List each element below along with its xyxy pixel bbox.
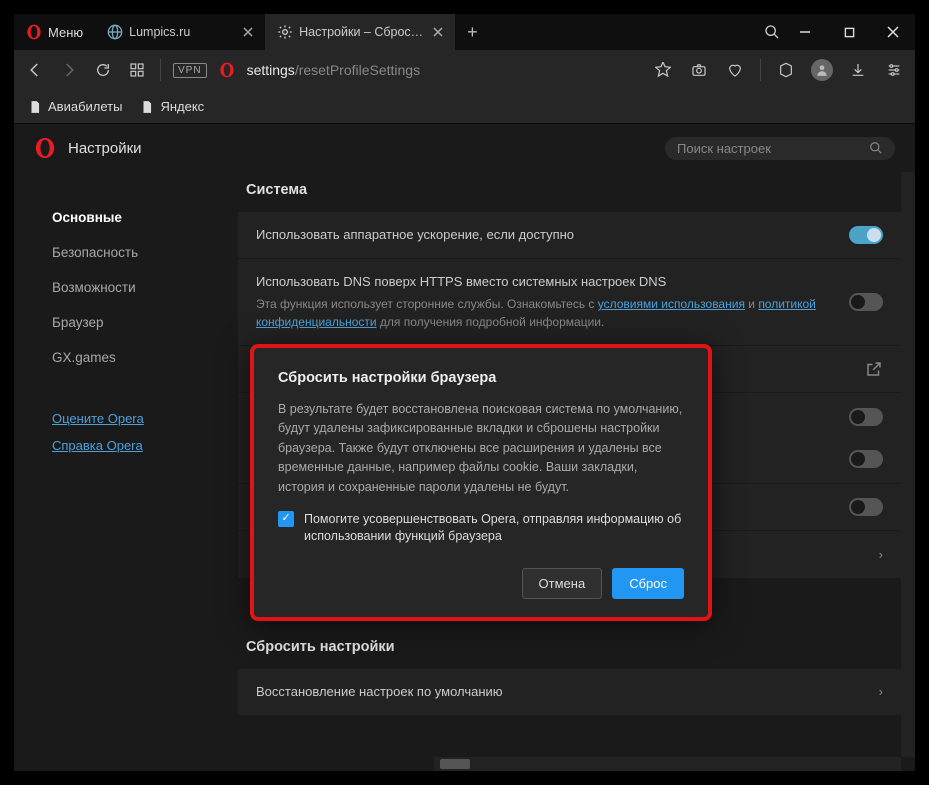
reset-button[interactable]: Сброс xyxy=(612,568,684,599)
downloads-button[interactable] xyxy=(847,59,869,81)
file-icon xyxy=(28,100,42,114)
tab-settings[interactable]: Настройки – Сбросить нас xyxy=(265,14,455,50)
sidebar-link-rate[interactable]: Оцените Opera xyxy=(52,405,206,432)
search-icon xyxy=(869,141,883,155)
page-title: Настройки xyxy=(68,140,653,157)
vpn-badge[interactable]: VPN xyxy=(173,63,207,78)
settings-search-input[interactable]: Поиск настроек xyxy=(665,137,895,160)
opera-logo-icon xyxy=(34,137,56,159)
heart-button[interactable] xyxy=(724,59,746,81)
easy-setup-button[interactable] xyxy=(883,59,905,81)
section-reset-title: Сбросить настройки xyxy=(224,629,915,669)
external-link-icon[interactable] xyxy=(865,360,883,378)
section-system-title: Система xyxy=(224,172,915,212)
row-restore-defaults[interactable]: Восстановление настроек по умолчанию › xyxy=(238,669,901,715)
search-icon xyxy=(764,24,780,40)
menu-label: Меню xyxy=(48,25,83,40)
tab-label: Настройки – Сбросить нас xyxy=(299,25,427,39)
back-button[interactable] xyxy=(24,59,46,81)
bookmark-aviabilety[interactable]: Авиабилеты xyxy=(28,99,122,114)
sidebar-item-features[interactable]: Возможности xyxy=(52,270,206,305)
new-tab-button[interactable]: + xyxy=(455,22,490,43)
menu-button[interactable]: Меню xyxy=(14,24,95,40)
toggle-hidden-b[interactable] xyxy=(849,450,883,468)
dialog-title: Сбросить настройки браузера xyxy=(278,370,684,386)
forward-button[interactable] xyxy=(58,59,80,81)
globe-icon xyxy=(107,24,123,40)
sidebar-item-gxgames[interactable]: GX.games xyxy=(52,340,206,375)
checkbox-label: Помогите усовершенствовать Opera, отправ… xyxy=(304,511,684,546)
terms-link[interactable]: условиями использования xyxy=(598,297,745,311)
cancel-button[interactable]: Отмена xyxy=(522,568,603,599)
minimize-button[interactable] xyxy=(783,14,827,50)
row-hardware-acceleration[interactable]: Использовать аппаратное ускорение, если … xyxy=(238,212,901,258)
toggle-hidden-c[interactable] xyxy=(849,498,883,516)
tab-label: Lumpics.ru xyxy=(129,25,237,39)
row-label: Использовать аппаратное ускорение, если … xyxy=(256,226,835,244)
row-description: Эта функция использует сторонние службы.… xyxy=(256,295,835,331)
close-icon[interactable] xyxy=(433,27,443,37)
reset-settings-dialog: Сбросить настройки браузера В результате… xyxy=(250,344,712,621)
toggle-hidden-a[interactable] xyxy=(849,408,883,426)
url-path: /resetProfileSettings xyxy=(295,62,420,78)
sidebar-item-security[interactable]: Безопасность xyxy=(52,235,206,270)
usage-stats-checkbox[interactable]: ✓ xyxy=(278,511,294,527)
tab-lumpics[interactable]: Lumpics.ru xyxy=(95,14,265,50)
vertical-scrollbar[interactable] xyxy=(901,172,915,757)
row-label: Использовать DNS поверх HTTPS вместо сис… xyxy=(256,273,835,291)
url-field[interactable]: settings/resetProfileSettings xyxy=(247,62,640,78)
sidebar-link-help[interactable]: Справка Opera xyxy=(52,432,206,459)
chevron-right-icon: › xyxy=(879,684,883,699)
file-icon xyxy=(140,100,154,114)
toggle-dns-https[interactable] xyxy=(849,293,883,311)
toggle-hardware-acceleration[interactable] xyxy=(849,226,883,244)
snapshot-button[interactable] xyxy=(688,59,710,81)
close-window-button[interactable] xyxy=(871,14,915,50)
sidebar-item-browser[interactable]: Браузер xyxy=(52,305,206,340)
url-host: settings xyxy=(247,62,295,78)
search-tabs-button[interactable] xyxy=(761,21,783,43)
speed-dial-button[interactable] xyxy=(126,59,148,81)
sidebar-item-basic[interactable]: Основные xyxy=(52,200,206,235)
row-label: Восстановление настроек по умолчанию xyxy=(256,683,865,701)
extensions-button[interactable] xyxy=(775,59,797,81)
search-placeholder: Поиск настроек xyxy=(677,141,771,156)
chevron-right-icon: › xyxy=(879,547,883,562)
horizontal-scrollbar[interactable] xyxy=(434,757,901,771)
opera-logo-icon xyxy=(26,24,42,40)
dialog-body: В результате будет восстановлена поисков… xyxy=(278,400,684,497)
close-icon[interactable] xyxy=(243,27,253,37)
reload-button[interactable] xyxy=(92,59,114,81)
opera-url-icon xyxy=(219,62,235,78)
bookmark-yandex[interactable]: Яндекс xyxy=(140,99,204,114)
bookmark-button[interactable] xyxy=(652,59,674,81)
profile-button[interactable] xyxy=(811,59,833,81)
gear-icon xyxy=(277,24,293,40)
row-dns-https[interactable]: Использовать DNS поверх HTTPS вместо сис… xyxy=(238,259,901,345)
maximize-button[interactable] xyxy=(827,14,871,50)
